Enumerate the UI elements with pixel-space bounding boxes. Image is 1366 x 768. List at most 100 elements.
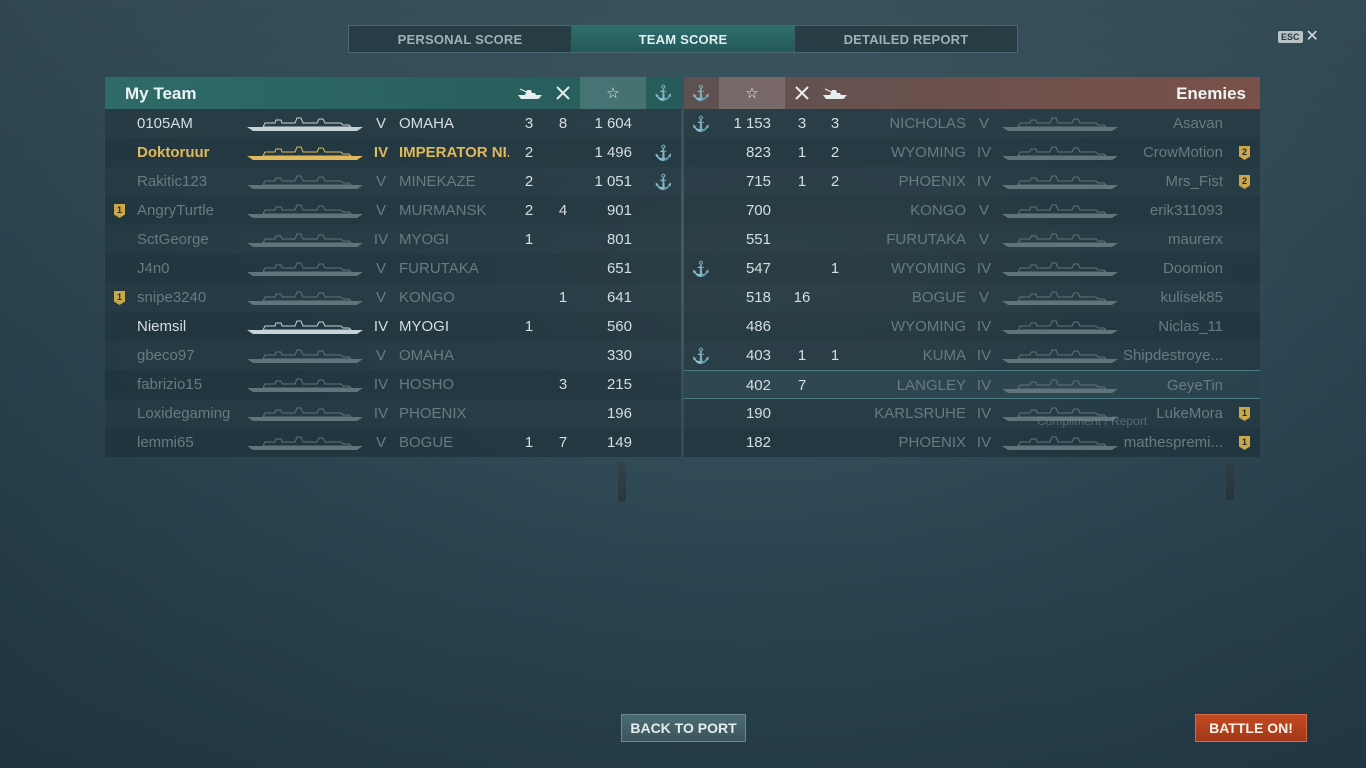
my-team-row[interactable]: Doktoruur IV IMPERATOR NI... 2 1 496 ⚓ (105, 138, 681, 167)
enemy-row[interactable]: 715 1 2 PHOENIX IV Mrs_Fist 2 (684, 167, 1260, 196)
ship-silhouette (245, 319, 365, 335)
player-name[interactable]: Asavan (1120, 115, 1223, 132)
player-name[interactable]: Rakitic123 (137, 173, 242, 190)
player-name[interactable]: erik311093 (1120, 202, 1223, 219)
my-team-row[interactable]: fabrizio15 IV HOSHO 3 215 (105, 370, 681, 399)
score-value: 901 (606, 202, 632, 219)
ship-silhouette (1000, 435, 1120, 451)
enemy-row[interactable]: 518 16 BOGUE Vkulisek85 (684, 283, 1260, 312)
enemy-row[interactable]: 700 KONGO Verik311093 (684, 196, 1260, 225)
planes-destroyed-value: 1 (797, 144, 807, 161)
ship-silhouette (245, 406, 365, 422)
player-name[interactable]: fabrizio15 (137, 376, 242, 393)
tab-team-score[interactable]: TEAM SCORE (571, 26, 794, 52)
player-name[interactable]: Doktoruur (137, 144, 242, 161)
score-value: 547 (745, 260, 771, 277)
my-team-row[interactable]: gbeco97 V OMAHA 330 (105, 341, 681, 370)
ship-kill-icon[interactable] (818, 77, 852, 109)
division-badge: 1 (114, 291, 125, 305)
score-value: 149 (606, 434, 632, 451)
my-team-row[interactable]: 1 snipe3240 V KONGO 1 641 (105, 283, 681, 312)
ship-name: MYOGI (399, 318, 450, 335)
my-team-row[interactable]: J4n0 V FURUTAKA 651 (105, 254, 681, 283)
player-name[interactable]: lemmi65 (137, 434, 242, 451)
my-team-row[interactable]: Rakitic123 V MINEKAZE 2 1 051 ⚓ (105, 167, 681, 196)
ship-tier: V (978, 231, 989, 248)
ship-name: WYOMING (891, 144, 966, 161)
my-team-row[interactable]: SctGeorge IV MYOGI 1 801 (105, 225, 681, 254)
plane-kill-icon[interactable] (548, 77, 578, 109)
player-name[interactable]: AngryTurtle (137, 202, 242, 219)
my-team-row[interactable]: lemmi65 V BOGUE 1 7 149 (105, 428, 681, 457)
anchor-icon[interactable]: ⚓ (684, 77, 718, 109)
ship-silhouette (245, 116, 365, 132)
ship-silhouette (245, 232, 365, 248)
player-name[interactable]: Loxidegaming (137, 405, 242, 422)
player-name[interactable]: kulisek85 (1120, 289, 1223, 306)
division-badge: 2 (1239, 175, 1250, 189)
ships-destroyed-value: 1 (524, 231, 534, 248)
player-name[interactable]: GeyeTin (1120, 377, 1223, 394)
star-icon[interactable]: ☆ (719, 77, 785, 109)
ship-tier: IV (976, 347, 992, 364)
ships-destroyed-value: 1 (830, 260, 840, 277)
enemy-row[interactable]: 551 FURUTAKA Vmaurerx (684, 225, 1260, 254)
player-name[interactable]: Doomion (1120, 260, 1223, 277)
player-name[interactable]: Shipdestroye... (1120, 347, 1223, 364)
score-value: 715 (745, 173, 771, 190)
ship-tier: IV (373, 376, 389, 393)
battle-on-button[interactable]: BATTLE ON! (1195, 714, 1307, 742)
enemy-row[interactable]: 182 PHOENIX IV mathespremi... 1 (684, 428, 1260, 457)
enemy-row[interactable]: ⚓ 403 1 1 KUMA IV Shipdestroye... (684, 341, 1260, 370)
player-name[interactable]: mathespremi... (1120, 434, 1223, 451)
ship-tier: V (375, 115, 386, 132)
score-value: 1 604 (594, 115, 632, 132)
ships-destroyed-value: 1 (524, 318, 534, 335)
enemy-row[interactable]: 486 WYOMING IV Niclas_11 (684, 312, 1260, 341)
enemy-row[interactable]: 190 KARLSRUHE IV LukeMora 1 (684, 399, 1260, 428)
player-name[interactable]: SctGeorge (137, 231, 242, 248)
buoy-left (618, 462, 626, 502)
score-value: 518 (745, 289, 771, 306)
my-team-row[interactable]: 1 AngryTurtle V MURMANSK 2 4 901 (105, 196, 681, 225)
planes-destroyed-value: 7 (558, 434, 568, 451)
player-name[interactable]: maurerx (1120, 231, 1223, 248)
ship-tier: V (375, 347, 386, 364)
enemy-row[interactable]: 402 7 LANGLEY IV GeyeTin (684, 370, 1260, 399)
plane-kill-icon[interactable] (787, 77, 817, 109)
player-name[interactable]: J4n0 (137, 260, 242, 277)
score-tabs: PERSONAL SCORE TEAM SCORE DETAILED REPOR… (348, 25, 1018, 53)
enemy-row[interactable]: 823 1 2 WYOMING IV CrowMotion 2 (684, 138, 1260, 167)
star-icon[interactable]: ☆ (580, 77, 646, 109)
player-name[interactable]: Niclas_11 (1120, 318, 1223, 335)
ship-tier: IV (976, 434, 992, 451)
player-name[interactable]: CrowMotion (1120, 144, 1223, 161)
ship-tier: V (375, 434, 386, 451)
my-team-row[interactable]: Niemsil IV MYOGI 1 560 (105, 312, 681, 341)
back-to-port-button[interactable]: BACK TO PORT (621, 714, 746, 742)
compliment-report-tooltip[interactable]: Compliment / Report (1037, 414, 1147, 428)
ship-tier: IV (976, 144, 992, 161)
my-team-panel: My Team ☆ ⚓ 0105AM V OMAHA 3 8 1 604 Doktoruur… (105, 77, 681, 457)
player-name[interactable]: Mrs_Fist (1120, 173, 1224, 190)
ship-name: FURUTAKA (886, 231, 966, 248)
player-name[interactable]: snipe3240 (137, 289, 242, 306)
player-name[interactable]: Niemsil (137, 318, 242, 335)
score-value: 1 496 (594, 144, 632, 161)
anchor-icon[interactable]: ⚓ (646, 77, 681, 109)
my-team-row[interactable]: 0105AM V OMAHA 3 8 1 604 (105, 109, 681, 138)
ships-destroyed-value: 1 (830, 347, 840, 364)
my-team-row[interactable]: Loxidegaming IV PHOENIX 196 (105, 399, 681, 428)
enemy-row[interactable]: ⚓ 547 1 WYOMING IV Doomion (684, 254, 1260, 283)
tab-detailed-report[interactable]: DETAILED REPORT (794, 26, 1017, 52)
player-name[interactable]: 0105AM (137, 115, 242, 132)
ship-kill-icon[interactable] (513, 77, 547, 109)
ship-tier: V (375, 173, 386, 190)
score-value: 641 (606, 289, 632, 306)
enemy-row[interactable]: ⚓ 1 153 3 3 NICHOLAS V Asavan (684, 109, 1260, 138)
tab-personal-score[interactable]: PERSONAL SCORE (349, 26, 571, 52)
ship-name: KUMA (922, 347, 966, 364)
esc-key-label: ESC (1278, 31, 1303, 43)
close-button[interactable]: ESC ✕ (1278, 29, 1319, 45)
player-name[interactable]: gbeco97 (137, 347, 242, 364)
